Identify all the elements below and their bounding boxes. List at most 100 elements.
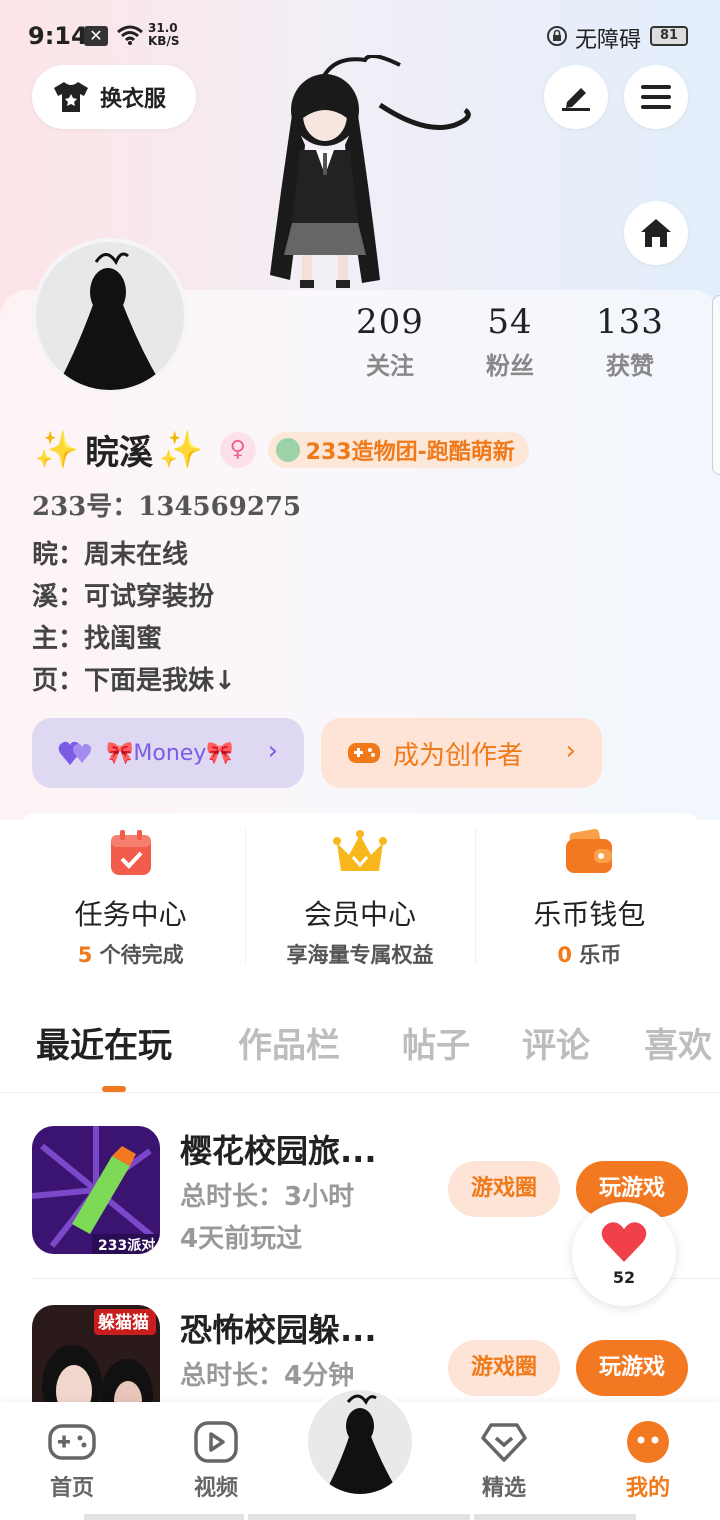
double-heart-icon bbox=[58, 741, 91, 765]
female-icon: ♀ bbox=[219, 431, 256, 468]
home-page-button[interactable] bbox=[624, 201, 688, 265]
followers-label: 粉丝 bbox=[486, 352, 534, 380]
play-game-button[interactable]: 玩游戏 bbox=[576, 1340, 688, 1396]
wifi-icon bbox=[117, 25, 143, 45]
stat-likes[interactable]: 133 获赞 bbox=[570, 302, 690, 381]
nav-video-label: 视频 bbox=[193, 1476, 238, 1501]
user-id: 233号：134569275 bbox=[32, 492, 302, 522]
accessibility-label: 无障碍 bbox=[575, 28, 642, 53]
game-title: 恐怖校园躲... bbox=[180, 1311, 377, 1349]
nav-mine[interactable]: 我的 bbox=[598, 1420, 698, 1502]
change-outfit-button[interactable]: 换衣服 bbox=[32, 65, 196, 129]
side-drawer-handle[interactable] bbox=[712, 295, 720, 475]
tab-divider bbox=[0, 1092, 720, 1093]
change-outfit-label: 换衣服 bbox=[100, 87, 167, 112]
avatar-silhouette bbox=[324, 1394, 400, 1494]
likes-label: 获赞 bbox=[606, 352, 654, 380]
game-icon: 233派对 bbox=[32, 1126, 160, 1254]
gesture-bar bbox=[248, 1514, 470, 1520]
profile-tabs: 最近在玩 作品栏 帖子 评论 喜欢 bbox=[0, 1018, 720, 1078]
nav-avatar[interactable] bbox=[304, 1386, 416, 1498]
like-button[interactable]: 52 bbox=[572, 1202, 676, 1306]
house-icon bbox=[641, 219, 671, 247]
tab-likes[interactable]: 喜欢 bbox=[644, 1018, 712, 1067]
heart-icon bbox=[601, 1222, 647, 1262]
team-label: 233造物团-跑酷萌新 bbox=[305, 439, 515, 465]
following-count: 209 bbox=[356, 302, 424, 342]
bio-line: 主：找闺蜜 bbox=[32, 624, 163, 654]
bio-line: 页：下面是我妹↓ bbox=[32, 666, 236, 696]
user-name: 睆溪 bbox=[84, 433, 153, 473]
profile-avatar[interactable] bbox=[32, 238, 188, 394]
nav-home-label: 首页 bbox=[49, 1476, 94, 1501]
following-label: 关注 bbox=[366, 352, 414, 380]
task-center-title: 任务中心 bbox=[74, 898, 187, 931]
game-title: 樱花校园旅... bbox=[180, 1132, 377, 1170]
play-icon bbox=[194, 1421, 238, 1463]
gesture-bar bbox=[84, 1514, 244, 1520]
coin-wallet-title: 乐币钱包 bbox=[533, 898, 646, 931]
team-logo-icon bbox=[275, 437, 300, 462]
money-label: 🎀Money🎀 bbox=[106, 740, 234, 766]
profile-stats: 209 关注 54 粉丝 133 获赞 bbox=[330, 302, 690, 381]
game-circle-button[interactable]: 游戏圈 bbox=[448, 1161, 560, 1217]
center-card: 任务中心 5 个待完成 会员中心 享海量专属权益 乐币钱包 0 乐币 bbox=[16, 813, 704, 979]
nav-featured[interactable]: 精选 bbox=[454, 1420, 554, 1502]
task-center-subtitle: 5 个待完成 bbox=[77, 943, 184, 967]
avatar-silhouette bbox=[55, 252, 165, 390]
nav-mine-label: 我的 bbox=[625, 1476, 670, 1501]
game-circle-button[interactable]: 游戏圈 bbox=[448, 1340, 560, 1396]
smile-face-icon bbox=[627, 1421, 669, 1463]
menu-button[interactable] bbox=[624, 65, 688, 129]
vip-center[interactable]: 会员中心 享海量专属权益 bbox=[245, 813, 474, 979]
likes-count: 133 bbox=[596, 302, 664, 342]
gamepad-icon bbox=[48, 1424, 96, 1460]
bio-line: 溪：可试穿装扮 bbox=[32, 582, 215, 612]
vip-center-subtitle: 享海量专属权益 bbox=[286, 943, 434, 967]
tab-comments[interactable]: 评论 bbox=[522, 1018, 590, 1067]
heart-diamond-icon bbox=[481, 1423, 527, 1462]
status-time: 9:14 bbox=[28, 22, 88, 50]
game-duration: 总时长：4分钟 bbox=[180, 1361, 355, 1391]
become-creator-button[interactable]: 成为创作者 › bbox=[321, 718, 602, 788]
game-icon-badge: 233派对 bbox=[98, 1237, 155, 1254]
followers-count: 54 bbox=[487, 302, 533, 342]
become-creator-label: 成为创作者 bbox=[393, 740, 524, 771]
nav-home[interactable]: 首页 bbox=[22, 1420, 122, 1502]
network-speed: 31.0 KB/S bbox=[148, 21, 180, 48]
edit-profile-button[interactable] bbox=[544, 65, 608, 129]
stat-following[interactable]: 209 关注 bbox=[330, 302, 450, 381]
vip-center-title: 会员中心 bbox=[303, 898, 416, 931]
pencil-icon bbox=[562, 88, 590, 111]
game-icon-badge: 躲猫猫 bbox=[98, 1312, 149, 1333]
sparkle-icon: ✨ bbox=[158, 429, 204, 471]
team-badge[interactable]: 233造物团-跑酷萌新 bbox=[267, 431, 529, 468]
stat-followers[interactable]: 54 粉丝 bbox=[450, 302, 570, 381]
money-button[interactable]: 🎀Money🎀 › bbox=[32, 718, 304, 788]
menu-icon bbox=[641, 85, 671, 109]
sparkle-icon: ✨ bbox=[34, 429, 79, 471]
like-count: 52 bbox=[612, 1268, 636, 1287]
chevron-right-icon: › bbox=[565, 736, 576, 766]
bio-line: 睆：周末在线 bbox=[32, 540, 189, 570]
lock-icon bbox=[547, 26, 567, 46]
battery-indicator: 81 bbox=[650, 26, 688, 46]
notification-icon: ✕ bbox=[84, 26, 108, 46]
coin-wallet-subtitle: 0 乐币 bbox=[557, 943, 622, 967]
game-duration: 总时长：3小时 bbox=[180, 1182, 355, 1212]
avatar-character-figure[interactable] bbox=[250, 55, 480, 295]
gesture-bar bbox=[474, 1514, 636, 1520]
calendar-check-icon bbox=[110, 830, 151, 875]
gamepad-icon bbox=[348, 743, 380, 763]
tab-works[interactable]: 作品栏 bbox=[238, 1018, 340, 1067]
nav-featured-label: 精选 bbox=[481, 1476, 526, 1501]
nav-video[interactable]: 视频 bbox=[166, 1420, 266, 1502]
task-center[interactable]: 任务中心 5 个待完成 bbox=[16, 813, 245, 979]
coin-wallet[interactable]: 乐币钱包 0 乐币 bbox=[474, 813, 704, 979]
tshirt-icon bbox=[54, 82, 88, 112]
crown-icon bbox=[332, 830, 387, 871]
name-row: ✨ 睆溪 ✨ ♀ 233造物团-跑酷萌新 bbox=[34, 425, 529, 474]
bio: 睆：周末在线 溪：可试穿装扮 主：找闺蜜 页：下面是我妹↓ bbox=[32, 536, 236, 704]
tab-posts[interactable]: 帖子 bbox=[402, 1018, 470, 1067]
tab-recent-play[interactable]: 最近在玩 bbox=[36, 1018, 172, 1067]
